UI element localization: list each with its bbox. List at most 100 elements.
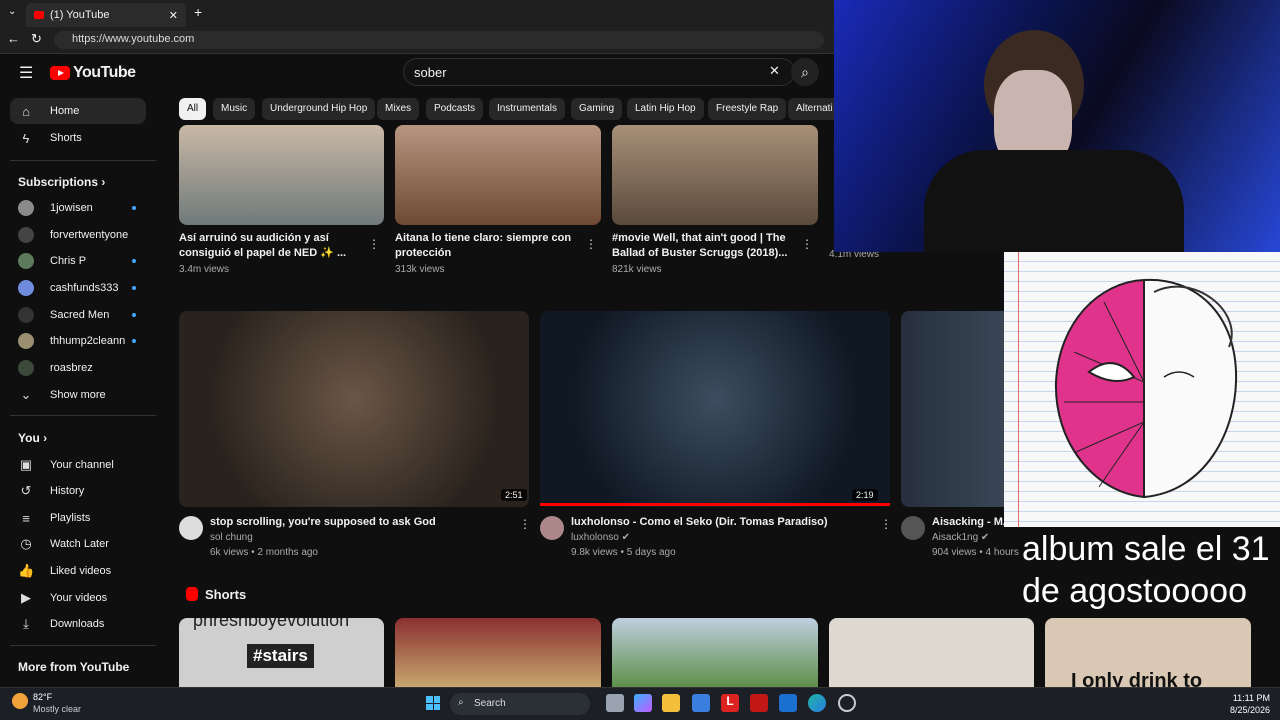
short-thumbnail[interactable]: phreshboyevolution #stairs (179, 618, 384, 687)
sidebar-item-your-channel[interactable]: ▣ Your channel (10, 452, 146, 478)
sidebar-item-history[interactable]: ↺ History (10, 478, 146, 504)
more-actions-icon[interactable]: ⋮ (801, 237, 813, 251)
sidebar-item-downloads[interactable]: ⤓ Downloads (10, 611, 146, 637)
short-thumbnail[interactable] (829, 618, 1034, 687)
chip-all[interactable]: All (179, 98, 207, 120)
chip-alternative[interactable]: Alternati (788, 98, 834, 120)
subscriptions-header[interactable]: Subscriptions › (18, 175, 105, 189)
sidebar-item-liked-videos[interactable]: 👍 Liked videos (10, 558, 146, 584)
video-thumbnail[interactable] (395, 125, 601, 225)
menu-icon[interactable]: ☰ (19, 63, 33, 83)
short-hashtag: #stairs (247, 644, 314, 668)
sidebar-item-shorts[interactable]: ϟ Shorts (10, 125, 146, 151)
sidebar-sub-item[interactable]: thhump2cleann (10, 328, 146, 354)
video-title[interactable]: luxholonso - Como el Seko (Dir. Tomas Pa… (571, 515, 871, 530)
more-actions-icon[interactable]: ⋮ (368, 237, 380, 251)
youtube-logo[interactable]: YouTube (50, 64, 136, 82)
avatar[interactable] (540, 516, 564, 540)
short-overlay-text: phreshboyevolution (193, 618, 350, 630)
avatar (18, 280, 34, 296)
search-input[interactable]: sober (403, 58, 795, 86)
short-thumbnail[interactable] (395, 618, 601, 687)
you-header[interactable]: You › (18, 431, 47, 445)
weather-icon[interactable] (12, 693, 28, 709)
clear-search-icon[interactable]: ✕ (769, 63, 780, 79)
sidebar-item-label: Your channel (50, 459, 114, 471)
copilot-icon[interactable] (634, 694, 652, 712)
url-field[interactable]: https://www.youtube.com (54, 31, 824, 49)
sidebar-sub-item[interactable]: Sacred Men (10, 302, 146, 328)
close-tab-icon[interactable]: ✕ (169, 9, 178, 22)
watch-progress-bar (540, 503, 890, 506)
sidebar-item-label: Shorts (50, 132, 82, 144)
video-stats: 904 views • 4 hours ago (932, 547, 1022, 558)
taskbar-search-box[interactable]: ⌕ Search (450, 693, 590, 715)
channel-icon: ▣ (19, 457, 33, 472)
video-thumbnail[interactable] (179, 311, 529, 507)
settings-icon[interactable] (838, 694, 856, 712)
browser-tab[interactable]: (1) YouTube ✕ (26, 3, 186, 27)
sidebar-sub-item[interactable]: 1jowisen (10, 195, 146, 221)
more-actions-icon[interactable]: ⋮ (585, 237, 597, 251)
video-thumbnail[interactable] (179, 125, 384, 225)
sidebar-sub-item[interactable]: Chris P (10, 248, 146, 274)
video-title[interactable]: Aitana lo tiene claro: siempre con prote… (395, 231, 575, 261)
chip-podcasts[interactable]: Podcasts (426, 98, 484, 120)
avatar[interactable] (179, 516, 203, 540)
windows-start-icon[interactable] (426, 696, 440, 710)
chip-music[interactable]: Music (213, 98, 256, 120)
new-tab-icon[interactable]: + (194, 4, 202, 20)
sidebar-show-more[interactable]: ⌄ Show more (10, 382, 146, 408)
chip-instrumentals[interactable]: Instrumentals (489, 98, 566, 120)
chip-gaming[interactable]: Gaming (571, 98, 623, 120)
store-icon[interactable] (692, 694, 710, 712)
sidebar-sub-item[interactable]: cashfunds333 (10, 275, 146, 301)
video-title[interactable]: Así arruinó su audición y así consiguió … (179, 231, 359, 261)
sidebar-sub-item[interactable]: roasbrez (10, 355, 146, 381)
chevron-down-icon: ⌄ (20, 387, 32, 402)
chip-underground-hip-hop[interactable]: Underground Hip Hop (262, 98, 376, 120)
short-thumbnail[interactable] (612, 618, 818, 687)
more-actions-icon[interactable]: ⋮ (519, 517, 531, 531)
search-button[interactable]: ⌕ (791, 58, 819, 86)
sidebar-item-your-videos[interactable]: ▶ Your videos (10, 585, 146, 611)
edge-icon[interactable] (808, 694, 826, 712)
short-overlay-text: I only drink to (1071, 670, 1203, 687)
more-actions-icon[interactable]: ⋮ (880, 517, 892, 531)
chip-freestyle-rap[interactable]: Freestyle Rap (708, 98, 787, 120)
video-title[interactable]: #movie Well, that ain't good | The Balla… (612, 231, 792, 261)
sidebar-item-playlists[interactable]: ≡ Playlists (10, 505, 146, 531)
video-title[interactable]: Aisacking - MA (932, 515, 1004, 530)
weather-temp[interactable]: 82°F (33, 692, 52, 702)
short-thumbnail[interactable]: I only drink to (1045, 618, 1251, 687)
outlook-icon[interactable] (779, 694, 797, 712)
video-thumbnail[interactable] (612, 125, 818, 225)
sidebar-sub-item[interactable]: forvertwentyone (10, 222, 146, 248)
file-explorer-icon[interactable] (662, 694, 680, 712)
video-views: 3.4m views (179, 264, 230, 275)
video-thumbnail[interactable] (901, 311, 1004, 507)
video-title[interactable]: stop scrolling, you're supposed to ask G… (210, 515, 510, 530)
clock-time[interactable]: 11:11 PM (1216, 693, 1270, 703)
sidebar-item-watch-later[interactable]: ◷ Watch Later (10, 531, 146, 557)
weather-desc[interactable]: Mostly clear (33, 704, 81, 714)
video-views: 821k views (612, 264, 662, 275)
chip-latin-hip-hop[interactable]: Latin Hip Hop (627, 98, 704, 120)
back-icon[interactable]: ← (7, 31, 20, 46)
video-thumbnail[interactable] (540, 311, 890, 507)
channel-name[interactable]: luxholonso ✔ (571, 532, 630, 543)
avatar[interactable] (901, 516, 925, 540)
mcafee-icon[interactable] (750, 694, 768, 712)
chip-mixes[interactable]: Mixes (377, 98, 420, 120)
launcher-app-icon[interactable]: L (721, 694, 739, 712)
channel-name[interactable]: Aisack1ng ✔ (932, 532, 989, 543)
tab-list-icon[interactable]: ⌄ (8, 6, 16, 17)
show-more-label: Show more (50, 389, 106, 401)
clock-date[interactable]: 8/25/2026 (1216, 705, 1270, 715)
sidebar-item-home[interactable]: ⌂ Home (10, 98, 146, 124)
refresh-icon[interactable]: ↻ (31, 31, 42, 47)
channel-name[interactable]: sol chung (210, 532, 253, 543)
duration-badge: 2:51 (501, 489, 527, 501)
task-view-icon[interactable] (606, 694, 624, 712)
webcam-person-shirt (924, 150, 1184, 252)
